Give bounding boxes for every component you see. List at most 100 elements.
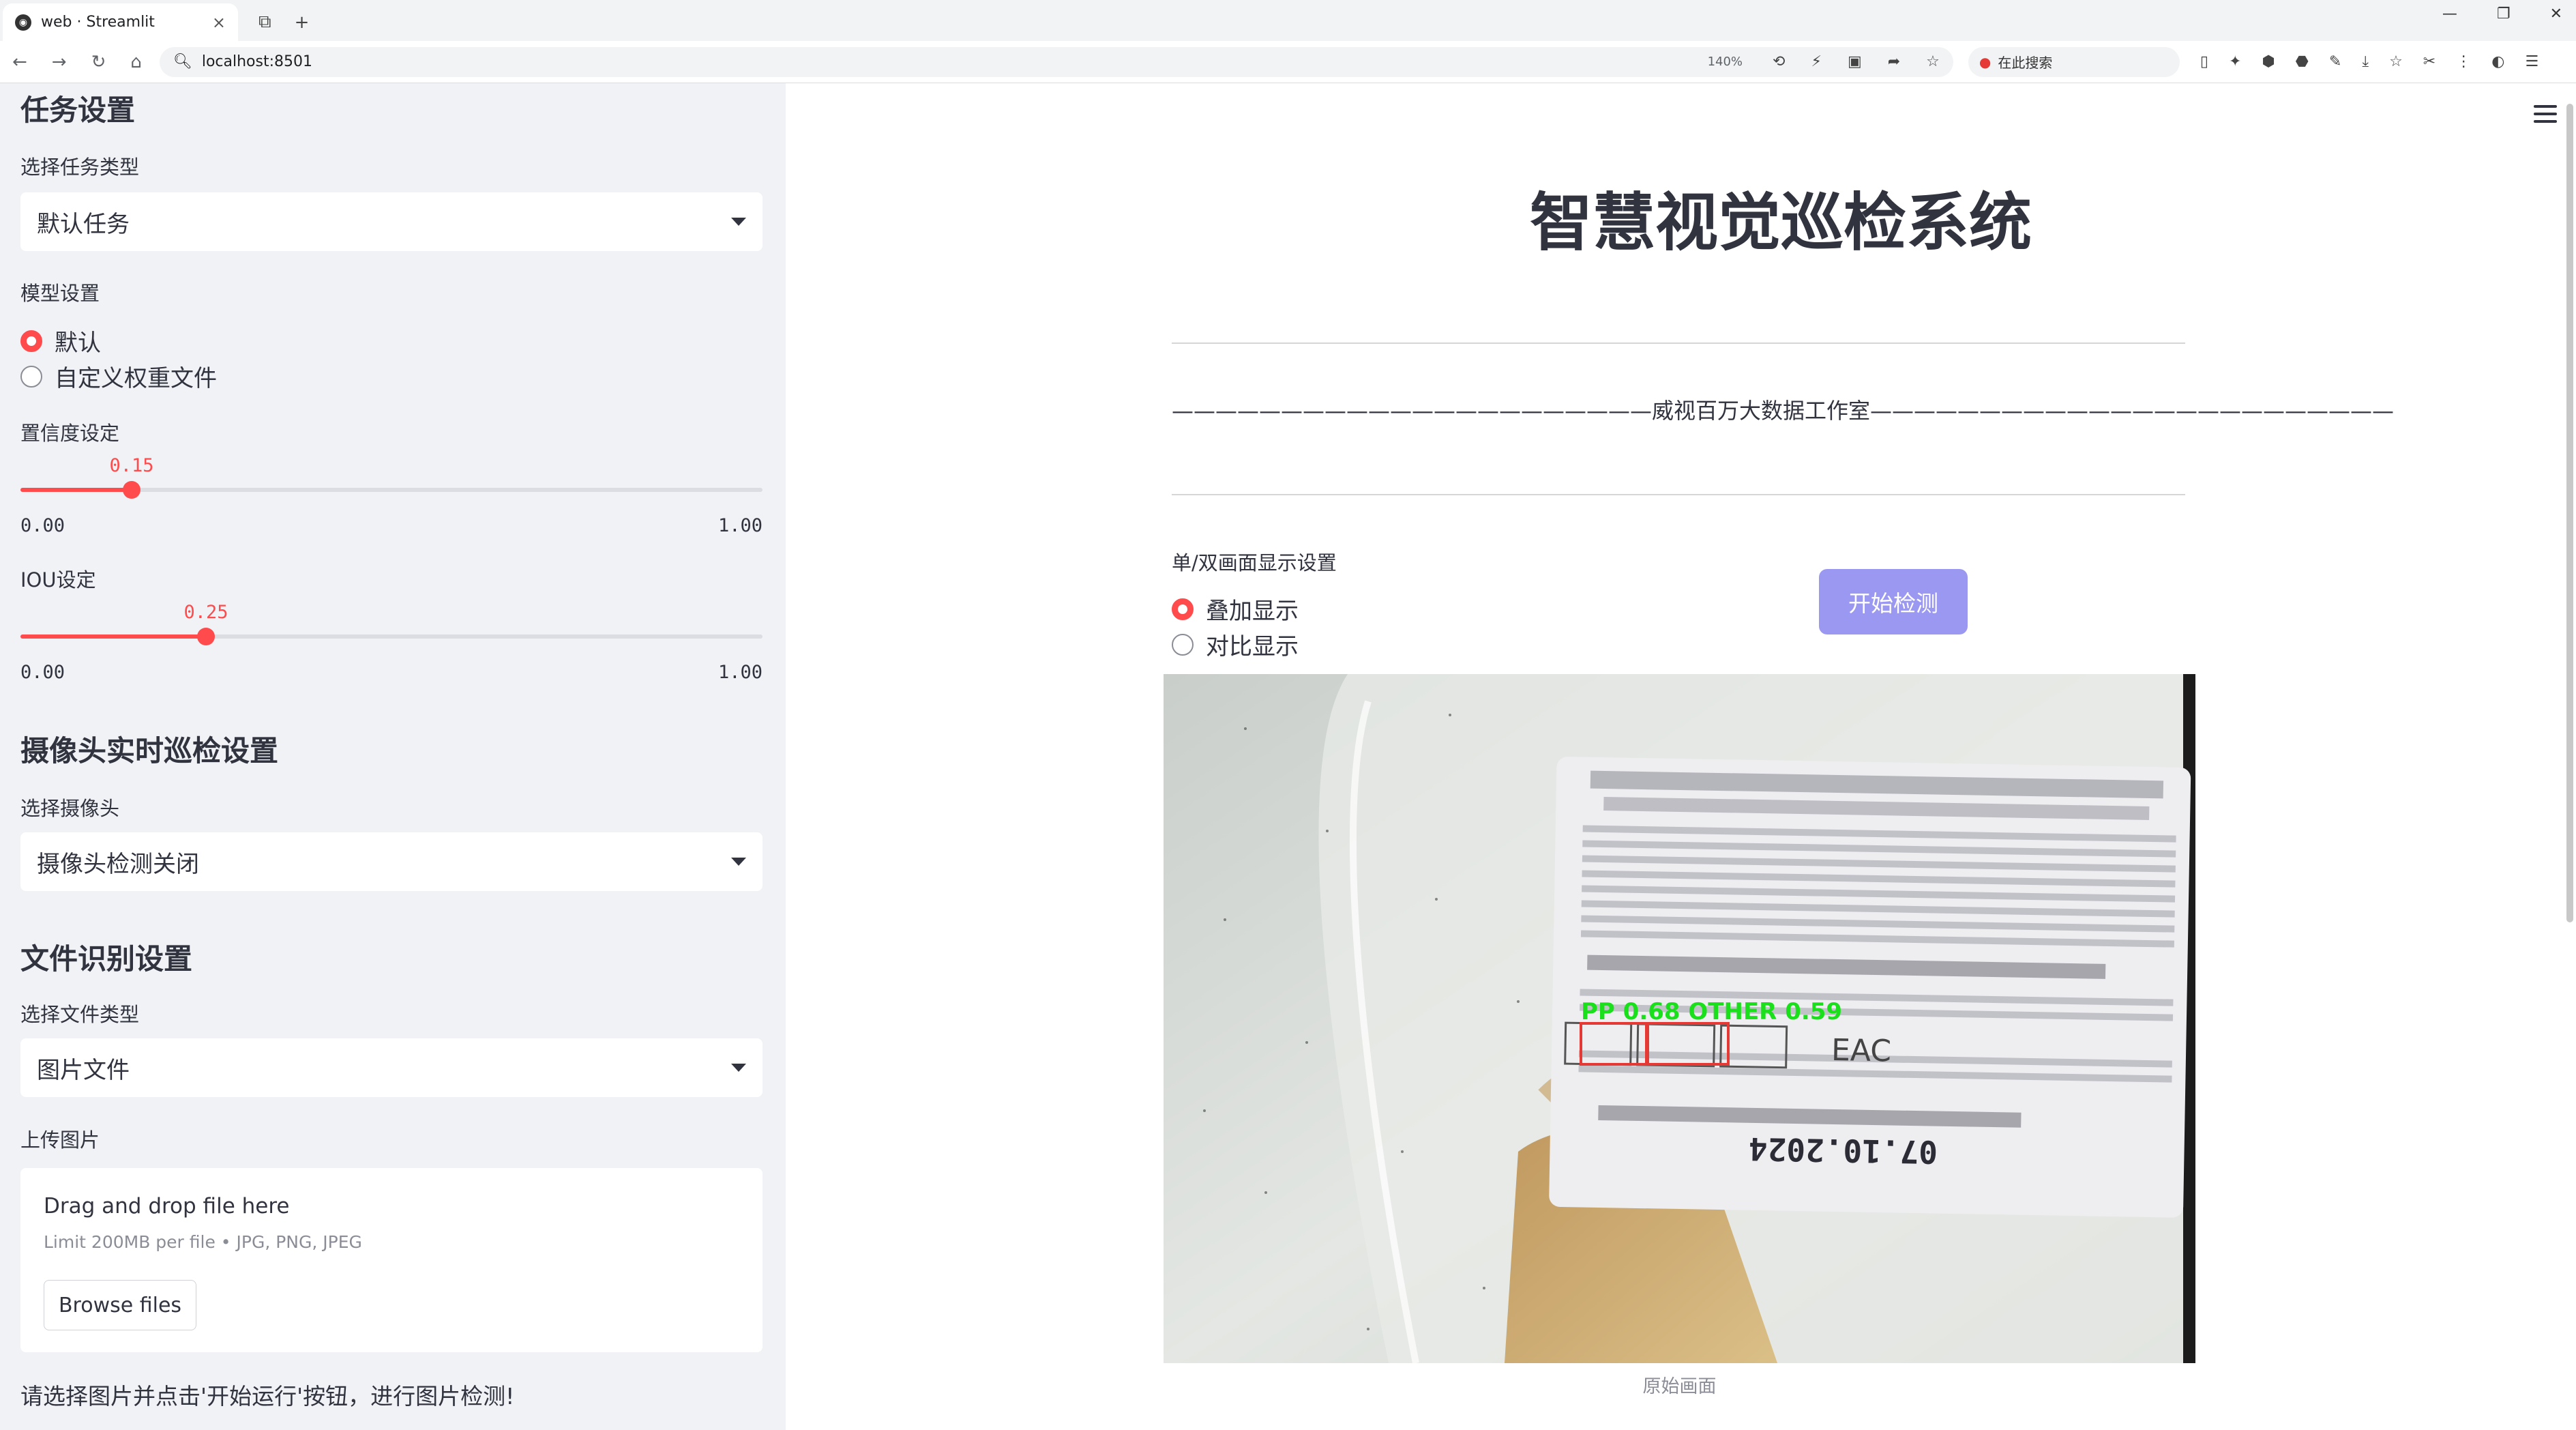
start-detection-button[interactable]: 开始检测 — [1819, 569, 1968, 634]
upload-label: 上传图片 — [20, 1128, 100, 1152]
slider-fill — [20, 634, 206, 639]
dropzone-text: Drag and drop file here — [44, 1194, 290, 1219]
sidebar: 任务设置 选择任务类型 默认任务 模型设置 默认 自定义权重文件 置信度设定 0… — [0, 83, 786, 1430]
download-icon[interactable]: ⤓ — [2362, 53, 2369, 70]
page-title: 智慧视觉巡检系统 — [1529, 186, 2032, 259]
iou-label: IOU设定 — [20, 568, 96, 592]
share-icon[interactable]: ➦ — [1888, 53, 1900, 70]
detection-label: PP 0.68 OTHER 0.59 — [1581, 998, 1842, 1025]
search-icon: 🔍︎ — [173, 53, 192, 70]
divider — [1172, 494, 2185, 495]
display-radio-compare[interactable]: 对比显示 — [1172, 628, 1299, 661]
translate-icon[interactable]: ⟲ — [1773, 53, 1785, 70]
window-close-icon[interactable]: ✕ — [2550, 5, 2562, 23]
product-label: 07.10.2024 EAC — [1549, 757, 2191, 1218]
camera-select[interactable]: 摄像头检测关闭 — [20, 832, 763, 891]
browse-files-button[interactable]: Browse files — [44, 1280, 196, 1330]
phone-icon[interactable]: ▯ — [2200, 53, 2208, 70]
dropzone-limit: Limit 200MB per file • JPG, PNG, JPEG — [44, 1232, 362, 1252]
new-tab-icon[interactable]: + — [295, 12, 310, 33]
display-mode-label: 单/双画面显示设置 — [1172, 551, 1337, 574]
scrollbar[interactable] — [2566, 104, 2573, 922]
tab-group-icon[interactable]: ⧉ — [258, 12, 271, 33]
model-label: 模型设置 — [20, 282, 100, 305]
detection-image: 07.10.2024 EAC PP 0.68 OTHER 0.59 — [1164, 674, 2195, 1363]
iou-slider[interactable]: 0.25 0.00 1.00 — [20, 602, 763, 683]
radio-unselected-icon — [1172, 633, 1194, 656]
camera-label: 选择摄像头 — [20, 797, 120, 820]
camera-section-heading: 摄像头实时巡检设置 — [20, 734, 279, 768]
chevron-down-icon — [731, 218, 746, 226]
display-radio-overlay[interactable]: 叠加显示 — [1172, 592, 1299, 626]
browser-tab-bar: ◉ web · Streamlit × ⧉ + — ❐ ✕ — [0, 0, 2576, 41]
slider-min: 0.00 — [20, 515, 65, 536]
extension-icon[interactable]: ⬢ — [2262, 53, 2275, 70]
slider-fill — [20, 488, 132, 492]
task-type-label: 选择任务类型 — [20, 156, 140, 179]
tab-title: web · Streamlit — [41, 14, 155, 31]
restore-icon[interactable]: ❐ — [2497, 5, 2511, 23]
radio-label: 叠加显示 — [1206, 598, 1299, 625]
lightning-icon[interactable]: ⚡ — [1811, 53, 1821, 70]
camera-value: 摄像头检测关闭 — [37, 850, 199, 878]
file-type-select[interactable]: 图片文件 — [20, 1038, 763, 1097]
forward-icon[interactable]: → — [52, 52, 67, 72]
back-icon[interactable]: ← — [12, 52, 27, 72]
task-type-value: 默认任务 — [37, 210, 130, 238]
slider-thumb[interactable] — [123, 481, 140, 499]
hint-text: 请选择图片并点击'开始运行'按钮，进行图片检测! — [20, 1383, 515, 1410]
page-subtitle: ——————————————————————威视百万大数据工作室————————… — [1172, 398, 2395, 424]
browser-tab[interactable]: ◉ web · Streamlit × — [3, 3, 238, 41]
file-type-label: 选择文件类型 — [20, 1003, 140, 1026]
slider-max: 1.00 — [717, 662, 763, 683]
zoom-level[interactable]: 140% — [1708, 55, 1743, 69]
favorites-icon[interactable]: ☆ — [2389, 53, 2403, 70]
slider-value: 0.25 — [183, 602, 228, 623]
radio-label: 默认 — [55, 330, 101, 357]
url-text: localhost:8501 — [201, 53, 312, 70]
file-dropzone[interactable]: Drag and drop file here Limit 200MB per … — [20, 1168, 763, 1352]
radio-unselected-icon — [20, 365, 42, 388]
extension-icon[interactable]: ⬣ — [2296, 53, 2309, 70]
slider-thumb[interactable] — [197, 628, 215, 645]
reader-icon[interactable]: ▣ — [1848, 53, 1862, 70]
tab-close-icon[interactable]: × — [212, 13, 226, 32]
task-section-heading: 任务设置 — [20, 93, 136, 127]
file-type-value: 图片文件 — [37, 1056, 130, 1084]
more-icon[interactable]: ⋮ — [2456, 53, 2471, 70]
model-radio-default[interactable]: 默认 — [20, 324, 101, 358]
extension-icon[interactable]: ✎ — [2329, 53, 2341, 70]
menu-icon[interactable]: ☰ — [2525, 53, 2538, 70]
slider-max: 1.00 — [717, 515, 763, 536]
radio-label: 自定义权重文件 — [55, 365, 217, 392]
slider-min: 0.00 — [20, 662, 65, 683]
svg-text:EAC: EAC — [1831, 1033, 1892, 1069]
confidence-slider[interactable]: 0.15 0.00 1.00 — [20, 455, 763, 536]
minimize-icon[interactable]: — — [2442, 5, 2457, 23]
search-box[interactable]: ● 在此搜索 — [1968, 46, 2180, 77]
bookmark-star-icon[interactable]: ☆ — [1926, 53, 1940, 70]
search-engine-icon: ● — [1979, 53, 1992, 70]
screenshot-icon[interactable]: ✂ — [2423, 53, 2436, 70]
search-placeholder: 在此搜索 — [1998, 55, 2053, 71]
task-type-select[interactable]: 默认任务 — [20, 192, 763, 251]
streamlit-favicon-icon: ◉ — [15, 14, 31, 31]
confidence-label: 置信度设定 — [20, 422, 120, 445]
browser-toolbar: ← → ↻ ⌂ 🔍︎ localhost:8501 140% ⟲ ⚡ ▣ ➦ ☆… — [0, 41, 2576, 83]
hamburger-menu-icon[interactable] — [2534, 105, 2557, 128]
reload-icon[interactable]: ↻ — [91, 52, 106, 72]
radio-selected-icon — [1172, 598, 1194, 620]
model-radio-custom[interactable]: 自定义权重文件 — [20, 360, 217, 393]
image-caption: 原始画面 — [1642, 1376, 1717, 1397]
divider — [1172, 342, 2185, 344]
address-bar[interactable]: 🔍︎ localhost:8501 140% ⟲ ⚡ ▣ ➦ ☆ — [159, 46, 1953, 77]
label-date-text: 07.10.2024 — [1749, 1130, 1938, 1171]
profile-avatar-icon[interactable]: ◐ — [2491, 53, 2504, 70]
home-icon[interactable]: ⌂ — [130, 52, 142, 72]
chevron-down-icon — [731, 858, 746, 866]
slider-value: 0.15 — [109, 455, 154, 476]
radio-label: 对比显示 — [1206, 633, 1299, 660]
main-panel: 智慧视觉巡检系统 ——————————————————————威视百万大数据工作… — [786, 83, 2576, 1430]
radio-selected-icon — [20, 330, 42, 352]
extension-icon[interactable]: ✦ — [2229, 53, 2241, 70]
